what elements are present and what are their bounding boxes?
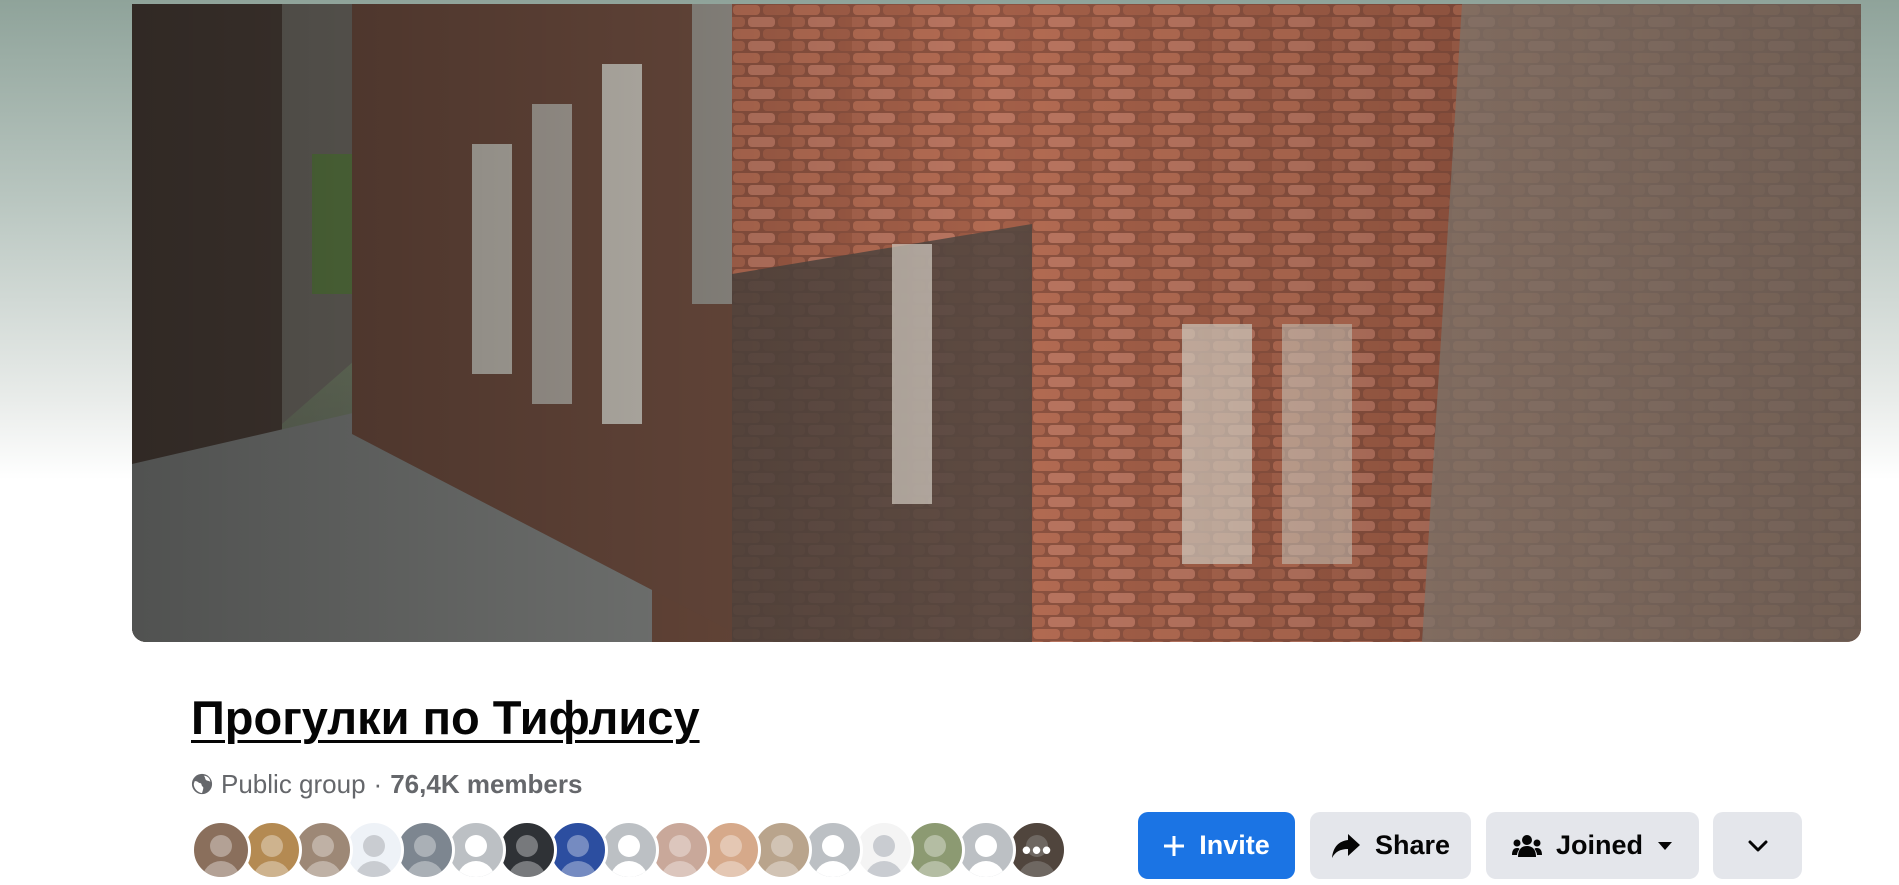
plus-icon [1164, 835, 1185, 856]
group-title[interactable]: Прогулки по Тифлису [191, 690, 700, 745]
avatar-body [763, 861, 801, 877]
member-avatar[interactable] [344, 820, 404, 880]
member-avatar[interactable] [395, 820, 455, 880]
avatar-body [253, 861, 291, 877]
avatar-body [304, 861, 342, 877]
member-avatar[interactable] [548, 820, 608, 880]
avatar-head [669, 835, 691, 857]
more-members-avatar[interactable]: ••• [1007, 820, 1067, 880]
avatar-body [916, 861, 954, 877]
avatar-body [610, 861, 648, 877]
avatar-body [202, 861, 240, 877]
avatar-body [508, 861, 546, 877]
avatar-body [559, 861, 597, 877]
share-arrow-icon [1331, 833, 1360, 858]
member-avatar[interactable] [752, 820, 812, 880]
member-avatar[interactable] [242, 820, 302, 880]
member-avatar[interactable] [854, 820, 914, 880]
cover-photo[interactable] [132, 4, 1861, 642]
avatar-head [618, 835, 640, 857]
group-members-icon [1511, 834, 1542, 857]
more-options-button[interactable] [1713, 812, 1802, 879]
member-avatar[interactable] [191, 820, 251, 880]
avatar-head [363, 835, 385, 857]
avatar-body [865, 861, 903, 877]
avatar-body [457, 861, 495, 877]
member-avatar[interactable] [293, 820, 353, 880]
member-avatar[interactable] [599, 820, 659, 880]
member-avatar[interactable] [650, 820, 710, 880]
avatar-head [822, 835, 844, 857]
member-count[interactable]: 76,4K members [390, 769, 582, 800]
privacy-label[interactable]: Public group [221, 769, 366, 800]
avatar-head [516, 835, 538, 857]
group-header-page: Прогулки по Тифлису Public group · 76,4K… [0, 0, 1899, 885]
avatar-body [967, 861, 1005, 877]
avatar-head [771, 835, 793, 857]
avatar-head [567, 835, 589, 857]
member-avatars[interactable]: ••• [191, 820, 1067, 880]
joined-label: Joined [1555, 830, 1643, 860]
cover-photo-image [132, 4, 1861, 642]
more-dots-icon: ••• [1010, 823, 1064, 877]
globe-icon [191, 773, 213, 795]
avatar-head [873, 835, 895, 857]
avatar-body [814, 861, 852, 877]
share-label: Share [1374, 830, 1451, 860]
group-meta: Public group · 76,4K members [191, 768, 582, 800]
avatar-head [720, 835, 742, 857]
avatar-head [465, 835, 487, 857]
member-avatar[interactable] [956, 820, 1016, 880]
avatar-body [712, 861, 750, 877]
avatar-head [924, 835, 946, 857]
invite-label: Invite [1199, 830, 1270, 860]
member-avatar[interactable] [701, 820, 761, 880]
avatar-body [661, 861, 699, 877]
member-avatar[interactable] [803, 820, 863, 880]
member-avatar[interactable] [497, 820, 557, 880]
avatar-head [414, 835, 436, 857]
avatar-body [406, 861, 444, 877]
member-avatar[interactable] [446, 820, 506, 880]
invite-button[interactable]: Invite [1138, 812, 1295, 879]
caret-down-icon [1658, 841, 1672, 850]
avatar-head [312, 835, 334, 857]
avatar-body [355, 861, 393, 877]
meta-separator: · [373, 768, 383, 799]
avatar-head [975, 835, 997, 857]
member-avatar[interactable] [905, 820, 965, 880]
chevron-down-icon [1748, 840, 1767, 851]
share-button[interactable]: Share [1310, 812, 1471, 879]
avatar-head [261, 835, 283, 857]
avatar-head [210, 835, 232, 857]
joined-button[interactable]: Joined [1486, 812, 1699, 879]
